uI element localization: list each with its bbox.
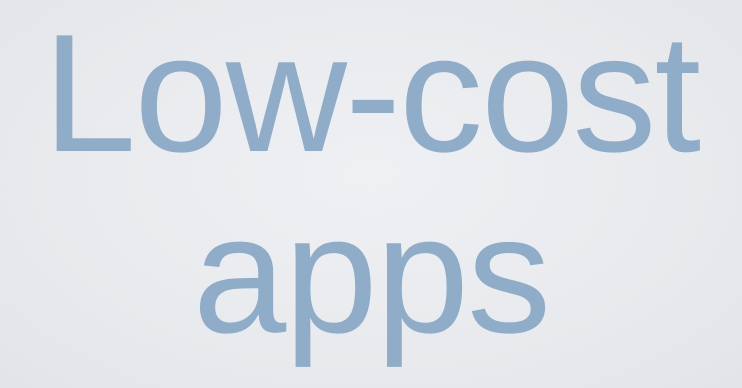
slide-title-line-2: apps [192,180,551,368]
slide: Low-cost apps [0,0,742,388]
slide-title-line-1: Low-cost [42,0,701,187]
